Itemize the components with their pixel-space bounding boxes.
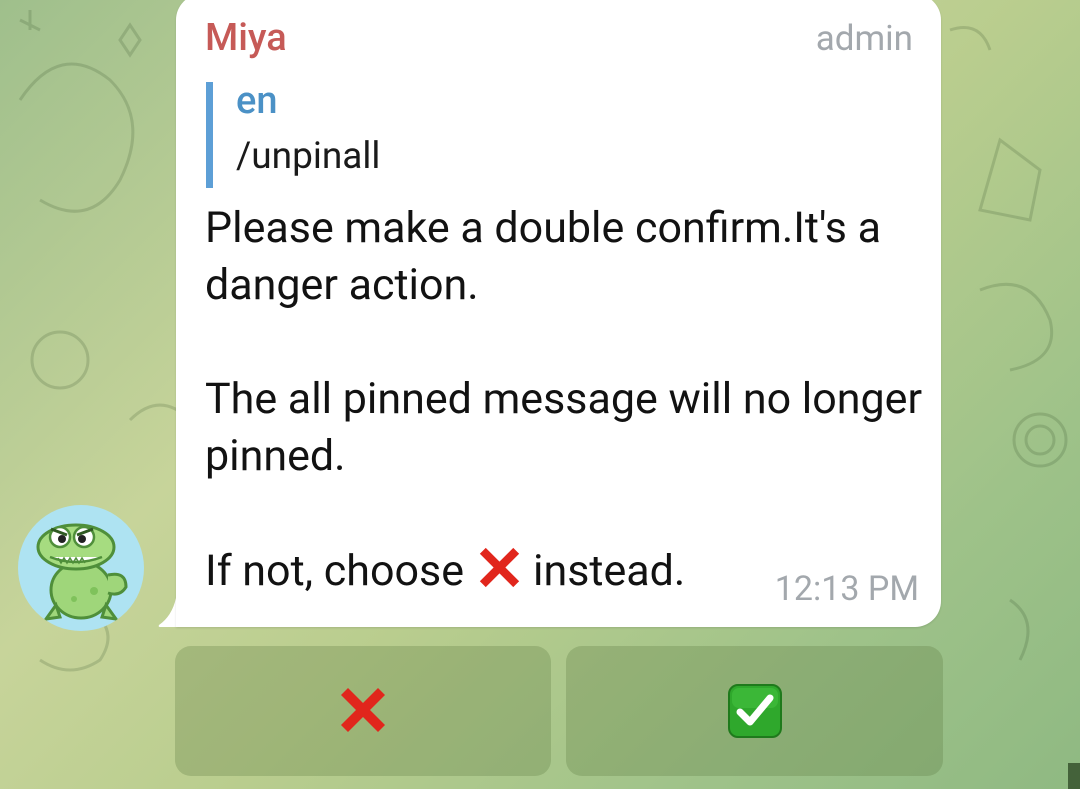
last-line-before: If not, choose (205, 546, 465, 596)
admin-badge: admin (815, 18, 913, 59)
message-paragraph: Please make a double confirm.It's a dang… (205, 203, 882, 310)
cross-mark-icon (341, 688, 385, 732)
cross-mark-icon (479, 547, 520, 588)
message-paragraph: The all pinned message will no longer pi… (205, 374, 923, 481)
crocodile-sticker-icon (36, 523, 128, 621)
sender-avatar[interactable] (18, 505, 144, 631)
message-bubble[interactable]: Miya admin en /unpinall Please make a do… (176, 0, 941, 627)
message-timestamp: 12:13 PM (774, 569, 919, 609)
last-line-after: instead. (533, 546, 686, 596)
reply-text: /unpinall (236, 135, 381, 178)
scrollbar-edge[interactable] (1068, 763, 1080, 789)
reply-author: en (236, 79, 278, 123)
cancel-button[interactable]: ❌ (175, 646, 551, 776)
confirm-button[interactable]: ✅ (566, 646, 943, 776)
message-text: Please make a double confirm.It's a dang… (205, 200, 925, 600)
sender-name[interactable]: Miya (205, 16, 287, 60)
check-mark-icon (727, 684, 782, 738)
reply-quote[interactable]: en /unpinall (206, 79, 381, 188)
